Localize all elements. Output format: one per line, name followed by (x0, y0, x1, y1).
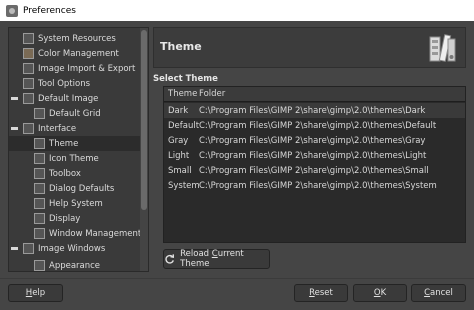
sidebar-item-label: Icon Theme (49, 153, 99, 164)
reload-current-theme-button[interactable]: Reload Current Theme (163, 249, 270, 269)
sidebar-scrollbar-thumb[interactable] (141, 30, 147, 210)
sidebar-item-image-windows[interactable]: Image Windows (23, 241, 105, 256)
table-row[interactable]: System C:\Program Files\GIMP 2\share\gim… (164, 178, 465, 193)
select-theme-label: Select Theme (153, 74, 218, 84)
sidebar-item-help-system[interactable]: Help System (34, 196, 103, 211)
sidebar-item-display[interactable]: Display (34, 211, 80, 226)
sidebar-item-label: Help System (49, 198, 103, 209)
theme-folder-cell: C:\Program Files\GIMP 2\share\gimp\2.0\t… (199, 181, 437, 191)
sidebar-item-label: Interface (38, 123, 77, 134)
sidebar-item-interface[interactable]: Interface (23, 121, 76, 136)
theme-palette-icon (429, 34, 456, 62)
sidebar-item-label: Default Image (38, 93, 99, 104)
image-import-icon (23, 63, 34, 74)
sidebar-item-window-management[interactable]: Window Management (34, 226, 141, 241)
theme-name-cell: Light (168, 151, 190, 161)
interface-icon (23, 123, 34, 134)
ok-button-label: OK (373, 288, 387, 298)
theme-name-cell: Gray (168, 136, 189, 146)
dialog-defaults-icon (34, 183, 45, 194)
table-row[interactable]: Light C:\Program Files\GIMP 2\share\gimp… (164, 148, 465, 163)
theme-icon (34, 138, 45, 149)
collapse-default-image-icon[interactable] (11, 97, 18, 100)
cancel-button[interactable]: Cancel (411, 284, 466, 302)
color-management-icon (23, 48, 34, 59)
sidebar-item-color-management[interactable]: Color Management (23, 46, 119, 61)
sidebar-item-default-grid[interactable]: Default Grid (34, 106, 101, 121)
ok-button[interactable]: OK (353, 284, 407, 302)
theme-folder-cell: C:\Program Files\GIMP 2\share\gimp\2.0\t… (199, 136, 426, 146)
cancel-button-label: Cancel (424, 288, 453, 298)
column-header-theme[interactable]: Theme (168, 89, 197, 99)
gimp-app-icon (6, 4, 18, 17)
theme-folder-cell: C:\Program Files\GIMP 2\share\gimp\2.0\t… (199, 106, 426, 116)
sidebar-item-label: Theme (49, 138, 79, 149)
grid-icon (34, 108, 45, 119)
tool-options-icon (23, 78, 34, 89)
sidebar-item-theme[interactable]: Theme (9, 136, 140, 151)
help-system-icon (34, 198, 45, 209)
preferences-category-tree[interactable]: System Resources Color Management Image … (8, 27, 149, 272)
sidebar-item-image-import-export[interactable]: Image Import & Export (23, 61, 135, 76)
sidebar-item-system-resources[interactable]: System Resources (23, 31, 116, 46)
window-title: Preferences (23, 5, 76, 16)
sidebar-item-label: Toolbox (49, 168, 81, 179)
sidebar-item-label: Appearance (49, 260, 101, 271)
collapse-interface-icon[interactable] (11, 127, 18, 130)
toolbox-icon (34, 168, 45, 179)
title-bar: Preferences (0, 0, 474, 21)
theme-folder-cell: C:\Program Files\GIMP 2\share\gimp\2.0\t… (199, 151, 427, 161)
sidebar-item-appearance[interactable]: Appearance (34, 258, 101, 271)
collapse-image-windows-icon[interactable] (11, 247, 18, 250)
sidebar-item-toolbox[interactable]: Toolbox (34, 166, 81, 181)
sidebar-scrollbar[interactable] (140, 28, 148, 271)
appearance-icon (34, 260, 45, 271)
sidebar-item-label: Image Windows (38, 243, 106, 254)
sidebar-item-default-image[interactable]: Default Image (23, 91, 98, 106)
sidebar-item-label: Dialog Defaults (49, 183, 115, 194)
divider (0, 278, 474, 279)
display-icon (34, 213, 45, 224)
theme-folder-cell: C:\Program Files\GIMP 2\share\gimp\2.0\t… (199, 166, 429, 176)
theme-name-cell: System (168, 181, 200, 191)
table-row[interactable]: Dark C:\Program Files\GIMP 2\share\gimp\… (164, 103, 465, 118)
table-row[interactable]: Small C:\Program Files\GIMP 2\share\gimp… (164, 163, 465, 178)
theme-name-cell: Default (168, 121, 200, 131)
table-row[interactable]: Gray C:\Program Files\GIMP 2\share\gimp\… (164, 133, 465, 148)
sidebar-item-label: System Resources (38, 33, 116, 44)
reset-button[interactable]: Reset (294, 284, 348, 302)
reset-button-label: Reset (309, 288, 333, 298)
sidebar-item-label: Image Import & Export (38, 63, 136, 74)
default-image-icon (23, 93, 34, 104)
sidebar-item-label: Default Grid (49, 108, 101, 119)
help-button[interactable]: Help (8, 284, 63, 302)
window-management-icon (34, 228, 45, 239)
sidebar-item-tool-options[interactable]: Tool Options (23, 76, 90, 91)
sidebar-item-label: Color Management (38, 48, 119, 59)
page-title: Theme (160, 40, 202, 53)
sidebar-item-label: Window Management (49, 228, 142, 239)
table-header: Theme Folder (164, 87, 465, 102)
panel-header: Theme (153, 27, 466, 68)
sidebar-item-label: Display (49, 213, 81, 224)
theme-folder-cell: C:\Program Files\GIMP 2\share\gimp\2.0\t… (199, 121, 437, 131)
table-row[interactable]: Default C:\Program Files\GIMP 2\share\gi… (164, 118, 465, 133)
reload-icon (165, 254, 174, 264)
theme-table[interactable]: Theme Folder Dark C:\Program Files\GIMP … (163, 86, 466, 243)
theme-name-cell: Small (168, 166, 192, 176)
reload-button-label: Reload Current Theme (180, 249, 244, 269)
icon-theme-icon (34, 153, 45, 164)
image-windows-icon (23, 243, 34, 254)
theme-name-cell: Dark (168, 106, 189, 116)
help-button-label: Help (25, 288, 46, 298)
chip-icon (23, 33, 34, 44)
sidebar-item-dialog-defaults[interactable]: Dialog Defaults (34, 181, 114, 196)
sidebar-item-label: Tool Options (38, 78, 91, 89)
column-header-folder[interactable]: Folder (199, 89, 225, 99)
sidebar-item-icon-theme[interactable]: Icon Theme (34, 151, 99, 166)
